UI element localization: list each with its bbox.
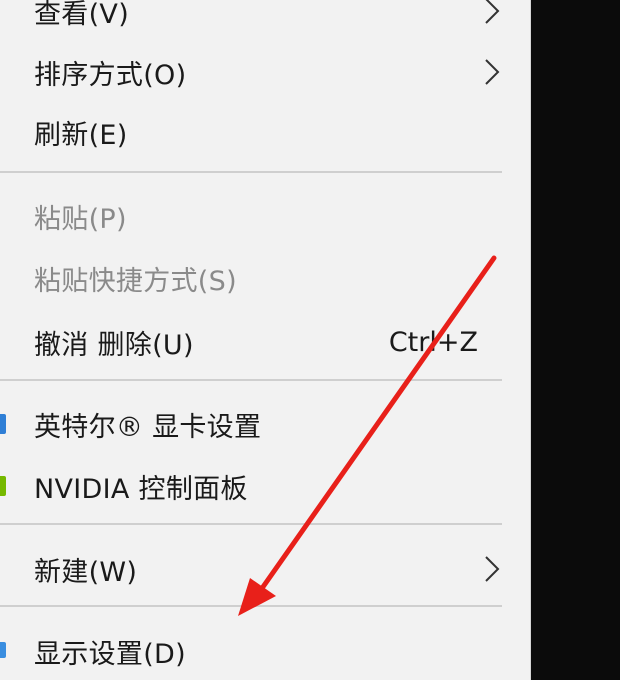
chevron-right-icon — [485, 59, 500, 85]
menu-item-label: 排序方式(O) — [34, 59, 187, 91]
menu-separator — [0, 523, 502, 525]
menu-item-refresh[interactable]: 刷新(E) — [0, 103, 530, 161]
menu-item-intel-graphics-settings[interactable]: 英特尔® 显卡设置 — [0, 395, 530, 453]
menu-item-nvidia-control-panel[interactable]: NVIDIA 控制面板 — [0, 457, 530, 515]
menu-separator — [0, 171, 502, 173]
menu-item-new[interactable]: 新建(W) — [0, 540, 530, 598]
menu-item-paste[interactable]: 粘贴(P) — [0, 187, 530, 245]
menu-item-label: 撤消 删除(U) — [34, 329, 194, 361]
menu-item-view[interactable]: 查看(V) — [0, 0, 530, 40]
menu-item-label: 新建(W) — [34, 556, 138, 588]
menu-item-label: 粘贴(P) — [34, 203, 127, 235]
menu-separator — [0, 605, 502, 607]
menu-item-sort-by[interactable]: 排序方式(O) — [0, 43, 530, 101]
keyboard-shortcut: Ctrl+Z — [388, 326, 478, 358]
menu-separator — [0, 379, 502, 381]
chevron-right-icon — [485, 0, 500, 24]
menu-item-label: 英特尔® 显卡设置 — [34, 411, 262, 443]
menu-item-label: 显示设置(D) — [34, 638, 186, 670]
display-settings-icon — [0, 642, 6, 658]
menu-item-display-settings[interactable]: 显示设置(D) — [0, 622, 530, 680]
menu-item-label: 粘贴快捷方式(S) — [34, 265, 237, 297]
intel-graphics-icon — [0, 414, 6, 434]
chevron-right-icon — [485, 556, 500, 582]
menu-item-label: 刷新(E) — [34, 119, 128, 151]
menu-item-label: NVIDIA 控制面板 — [34, 473, 248, 505]
desktop-context-menu: 查看(V) 排序方式(O) 刷新(E) 粘贴(P) 粘贴快捷方式(S) 撤消 删… — [0, 0, 531, 680]
menu-item-label: 查看(V) — [34, 0, 130, 30]
menu-item-paste-shortcut[interactable]: 粘贴快捷方式(S) — [0, 249, 530, 307]
menu-item-undo-delete[interactable]: 撤消 删除(U) Ctrl+Z — [0, 313, 530, 371]
nvidia-icon — [0, 476, 6, 496]
